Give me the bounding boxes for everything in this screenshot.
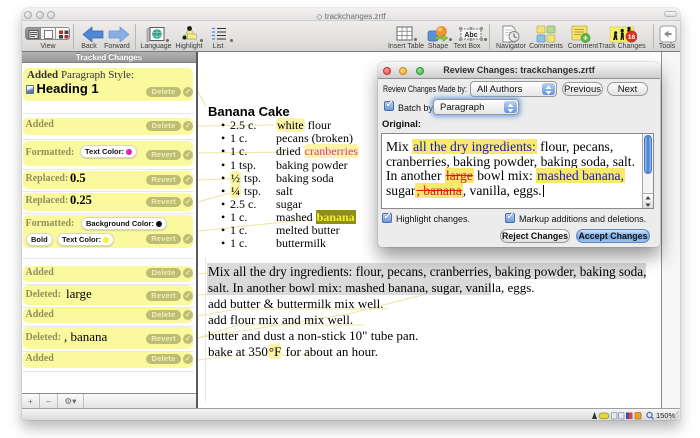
svg-text:16: 16 [628, 34, 636, 41]
svg-text:Abc: Abc [464, 32, 477, 39]
